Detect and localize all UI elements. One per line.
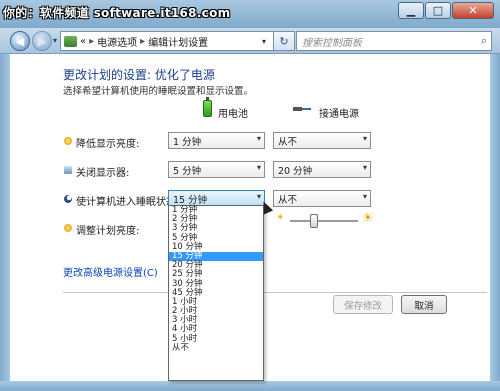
- sleep-label: 使计算机进入睡眠状态:: [76, 197, 180, 208]
- cancel-button[interactable]: 取消: [401, 295, 447, 314]
- page-subtitle: 选择希望计算机使用的睡眠设置和显示设置。: [63, 86, 254, 97]
- plug-icon: [293, 107, 311, 111]
- close-button[interactable]: ✕: [452, 2, 494, 19]
- breadcrumb-edit-plan[interactable]: 编辑计划设置: [148, 34, 208, 49]
- turn-off-display-battery-select[interactable]: 5 分钟 ▾: [168, 161, 265, 178]
- maximize-button[interactable]: □: [425, 2, 451, 19]
- title-bar: 你的：软件频道 software.it168.com ▁ □ ✕: [0, 0, 500, 28]
- page-title: 更改计划的设置: 优化了电源: [63, 68, 215, 82]
- breadcrumb-separator: ▸: [89, 35, 95, 47]
- window-controls: ▁ □ ✕: [397, 2, 494, 19]
- window-frame-left: [0, 54, 10, 381]
- battery-icon: [203, 97, 212, 117]
- turn-off-display-battery-value: 5 分钟: [173, 165, 202, 177]
- dim-display-plugged-value: 从不: [278, 136, 298, 148]
- dim-display-label: 降低显示亮度:: [76, 139, 140, 150]
- search-input[interactable]: 搜索控制面板 ⌕: [296, 31, 492, 51]
- breadcrumb-separator: ▸: [140, 35, 146, 47]
- turn-off-display-label: 关闭显示器:: [76, 168, 130, 179]
- turn-off-display-plugged-select[interactable]: 20 分钟 ▾: [273, 161, 371, 178]
- dim-display-plugged-select[interactable]: 从不 ▾: [273, 132, 371, 149]
- sleep-icon: [64, 195, 72, 203]
- breadcrumb-power-options[interactable]: 电源选项: [97, 34, 137, 49]
- column-header-battery: 用电池: [218, 109, 248, 120]
- watermark-text: 你的：软件频道 software.it168.com: [3, 6, 231, 20]
- minimize-button[interactable]: ▁: [398, 2, 424, 19]
- slider-track: [290, 220, 358, 222]
- sleep-plugged-select[interactable]: 从不 ▾: [273, 190, 371, 207]
- brightness-high-icon: ☀: [362, 211, 374, 226]
- refresh-button[interactable]: ↻: [273, 31, 295, 51]
- back-button[interactable]: ◀: [10, 31, 30, 51]
- dim-display-battery-select[interactable]: 1 分钟 ▾: [168, 132, 265, 149]
- brightness-icon: [64, 224, 72, 232]
- chevron-down-icon: ▾: [362, 134, 367, 143]
- address-bar[interactable]: « ▸ 电源选项 ▸ 编辑计划设置: [60, 31, 274, 51]
- brightness-label: 调整计划亮度:: [76, 226, 140, 237]
- recent-pages-dropdown[interactable]: ▾: [53, 36, 57, 45]
- window-frame-bottom: [0, 381, 500, 391]
- chevron-down-icon: ▾: [362, 192, 367, 201]
- chevron-down-icon: ▾: [256, 192, 261, 201]
- window-frame-right: [490, 54, 500, 381]
- advanced-power-settings-link[interactable]: 更改高级电源设置(C): [63, 264, 158, 279]
- dim-display-battery-value: 1 分钟: [173, 136, 202, 148]
- turn-off-display-plugged-value: 20 分钟: [278, 165, 313, 177]
- save-changes-button[interactable]: 保存修改: [333, 295, 393, 314]
- dim-display-icon: [64, 137, 72, 145]
- dropdown-option[interactable]: 从不: [169, 343, 263, 353]
- address-dropdown-icon[interactable]: ▾: [256, 32, 272, 50]
- chevron-down-icon: ▾: [256, 163, 261, 172]
- forward-button[interactable]: ▶: [32, 31, 52, 51]
- sleep-plugged-value: 从不: [278, 194, 298, 206]
- sleep-battery-dropdown-list[interactable]: 1 分钟 2 分钟 3 分钟 5 分钟 10 分钟 15 分钟 20 分钟 25 分钟 30 分…: [168, 205, 264, 381]
- search-icon[interactable]: ⌕: [481, 34, 487, 48]
- chevron-down-icon: ▾: [362, 163, 367, 172]
- chevron-down-icon: ▾: [256, 134, 261, 143]
- column-header-plugged: 接通电源: [319, 109, 359, 120]
- divider: [63, 292, 487, 293]
- navigation-bar: ◀ ▶ ▾ « ▸ 电源选项 ▸ 编辑计划设置 ▾ 搜索控制面板 ⌕ ↻: [0, 28, 500, 54]
- sleep-battery-value: 15 分钟: [173, 194, 208, 206]
- slider-thumb[interactable]: [309, 214, 318, 228]
- control-panel-icon: [64, 35, 77, 47]
- address-prefix: «: [80, 35, 87, 47]
- turn-off-display-icon: [64, 166, 72, 174]
- search-placeholder: 搜索控制面板: [302, 37, 362, 49]
